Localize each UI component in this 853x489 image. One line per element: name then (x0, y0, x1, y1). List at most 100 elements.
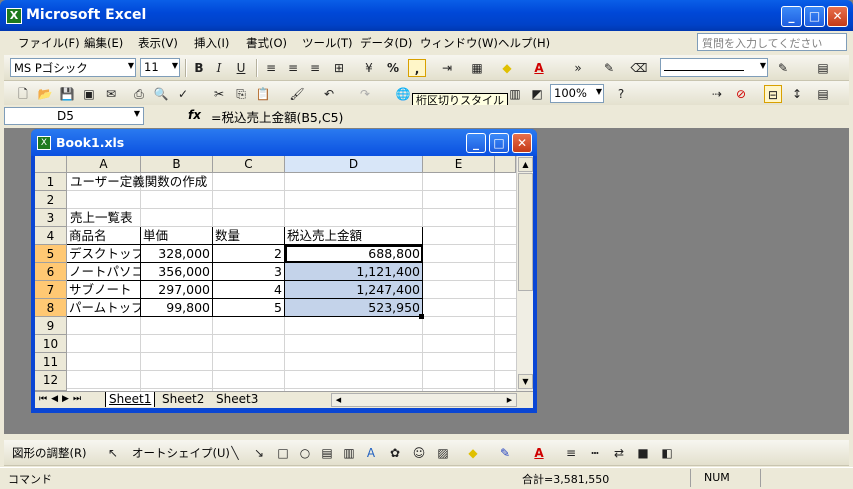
column-header-f[interactable] (495, 156, 516, 173)
new-icon[interactable]: 🗋 (14, 85, 32, 103)
print-preview-icon[interactable]: 🔍 (152, 85, 170, 103)
row-header[interactable]: 1 (35, 173, 67, 191)
table-cell[interactable]: サブノート (67, 281, 141, 299)
row-header[interactable]: 11 (35, 353, 67, 371)
menu-window[interactable]: ウィンドウ(W) (420, 35, 498, 51)
row-header[interactable]: 5 (35, 245, 67, 263)
autoshapes-button[interactable]: オートシェイプ(U) (132, 445, 230, 461)
workbook-minimize-button[interactable]: _ (466, 133, 486, 153)
cut-icon[interactable]: ✂ (210, 85, 228, 103)
table-cell[interactable]: 1,121,400 (285, 263, 423, 281)
zoom-select[interactable]: 100% ▼ (550, 84, 604, 103)
table-cell[interactable]: ノートパソコン (67, 263, 141, 281)
table-cell[interactable]: 356,000 (141, 263, 213, 281)
drawing-icon[interactable]: ◩ (528, 85, 546, 103)
row-header[interactable]: 12 (35, 371, 67, 391)
align-right-icon[interactable]: ≡ (306, 59, 324, 77)
workbook-icon[interactable]: X (37, 136, 51, 150)
underline-button[interactable]: U (232, 59, 250, 77)
scroll-down-icon[interactable]: ▼ (518, 374, 533, 389)
row-header[interactable]: 4 (35, 227, 67, 245)
tab-sheet2[interactable]: Sheet2 (159, 392, 207, 407)
menu-help[interactable]: ヘルプ(H) (498, 35, 550, 51)
fill-color-icon[interactable]: ◆ (464, 444, 482, 462)
borders-icon[interactable]: ▦ (468, 59, 486, 77)
menu-file[interactable]: ファイル(F) (18, 35, 80, 51)
tab-scroll-arrows-icon[interactable]: ⏮◀▶⏭ (39, 394, 85, 404)
select-all-corner[interactable] (35, 156, 67, 173)
print-icon[interactable]: ⎙ (130, 85, 148, 103)
workbook-close-button[interactable]: ✕ (512, 133, 532, 153)
font-select[interactable]: MS Pゴシック ▼ (10, 58, 136, 77)
cell-a3[interactable]: 売上一覧表 (68, 209, 168, 227)
header-tax-sales[interactable]: 税込売上金額 (285, 227, 423, 245)
email-icon[interactable]: ✉ (102, 85, 120, 103)
horizontal-scrollbar[interactable]: ◀ ▶ (331, 393, 517, 407)
insert-picture-icon[interactable]: ▨ (434, 444, 452, 462)
help-question-input[interactable]: 質問を入力してください (697, 33, 847, 51)
toolbar-options-icon[interactable]: ▤ (814, 59, 832, 77)
percent-button[interactable]: % (384, 59, 402, 77)
chart-wizard-icon[interactable]: ▥ (506, 85, 524, 103)
font-color-icon[interactable]: A (530, 59, 548, 77)
scroll-right-icon[interactable]: ▶ (503, 394, 516, 406)
table-cell[interactable]: 99,800 (141, 299, 213, 317)
font-size-select[interactable]: 11 ▼ (140, 58, 180, 77)
eraser-icon[interactable]: ⌫ (630, 59, 648, 77)
row-header[interactable]: 7 (35, 281, 67, 299)
table-cell[interactable]: パームトップ (67, 299, 141, 317)
menu-view[interactable]: 表示(V) (138, 35, 178, 51)
fill-color-icon[interactable]: ◆ (498, 59, 516, 77)
fill-handle[interactable] (419, 314, 424, 319)
line-color-icon[interactable]: ✎ (774, 59, 792, 77)
vertical-scrollbar[interactable]: ▲ ▼ (516, 156, 533, 391)
active-cell-d5[interactable]: 688,800 (285, 245, 423, 263)
table-cell[interactable]: 523,950 (285, 299, 423, 317)
wordart-icon[interactable]: A (362, 444, 380, 462)
italic-button[interactable]: I (210, 59, 228, 77)
align-center-icon[interactable]: ≡ (284, 59, 302, 77)
permission-icon[interactable]: ▣ (80, 85, 98, 103)
header-price[interactable]: 単価 (141, 227, 213, 245)
select-objects-icon[interactable]: ↖ (104, 444, 122, 462)
bold-button[interactable]: B (190, 59, 208, 77)
3d-icon[interactable]: ◧ (658, 444, 676, 462)
vertical-textbox-icon[interactable]: ▥ (340, 444, 358, 462)
open-icon[interactable]: 📂 (36, 85, 54, 103)
scroll-thumb[interactable] (518, 173, 533, 291)
table-cell[interactable]: 328,000 (141, 245, 213, 263)
oval-icon[interactable]: ○ (296, 444, 314, 462)
formula-input[interactable]: =税込売上金額(B5,C5) (211, 107, 343, 126)
scroll-left-icon[interactable]: ◀ (332, 394, 345, 406)
row-header[interactable]: 2 (35, 191, 67, 209)
trace-precedents-icon[interactable]: ⇢ (708, 85, 726, 103)
align-left-icon[interactable]: ≡ (262, 59, 280, 77)
increase-indent-icon[interactable]: ⇥ (438, 59, 456, 77)
row-header[interactable]: 8 (35, 299, 67, 317)
help-icon[interactable]: ? (612, 85, 630, 103)
table-cell[interactable]: デスクトップ (67, 245, 141, 263)
hyperlink-icon[interactable]: 🌐 (394, 85, 412, 103)
maximize-button[interactable]: □ (804, 6, 825, 27)
row-header[interactable]: 9 (35, 317, 67, 335)
font-color-icon[interactable]: A (530, 444, 548, 462)
tab-sheet1[interactable]: Sheet1 (105, 392, 156, 407)
column-header-b[interactable]: B (141, 156, 213, 173)
row-header[interactable]: 10 (35, 335, 67, 353)
workbook-maximize-button[interactable]: □ (489, 133, 509, 153)
tab-sheet3[interactable]: Sheet3 (213, 392, 261, 407)
menu-tools[interactable]: ツール(T) (302, 35, 353, 51)
clipart-icon[interactable]: ☺ (410, 444, 428, 462)
cell-a1[interactable]: ユーザー定義関数の作成 (68, 173, 268, 191)
save-icon[interactable]: 💾 (58, 85, 76, 103)
distribute-icon[interactable]: ↕ (788, 85, 806, 103)
fx-icon[interactable]: fx (188, 108, 201, 122)
line-icon[interactable]: ╲ (226, 444, 244, 462)
toolbar-options-icon[interactable]: ▤ (814, 85, 832, 103)
line-color-icon[interactable]: ✎ (496, 444, 514, 462)
spelling-icon[interactable]: ✓ (174, 85, 192, 103)
arrow-style-icon[interactable]: ⇄ (610, 444, 628, 462)
menu-insert[interactable]: 挿入(I) (194, 35, 229, 51)
toggle-grid-icon[interactable]: ⊟ (764, 85, 782, 103)
table-cell[interactable]: 297,000 (141, 281, 213, 299)
